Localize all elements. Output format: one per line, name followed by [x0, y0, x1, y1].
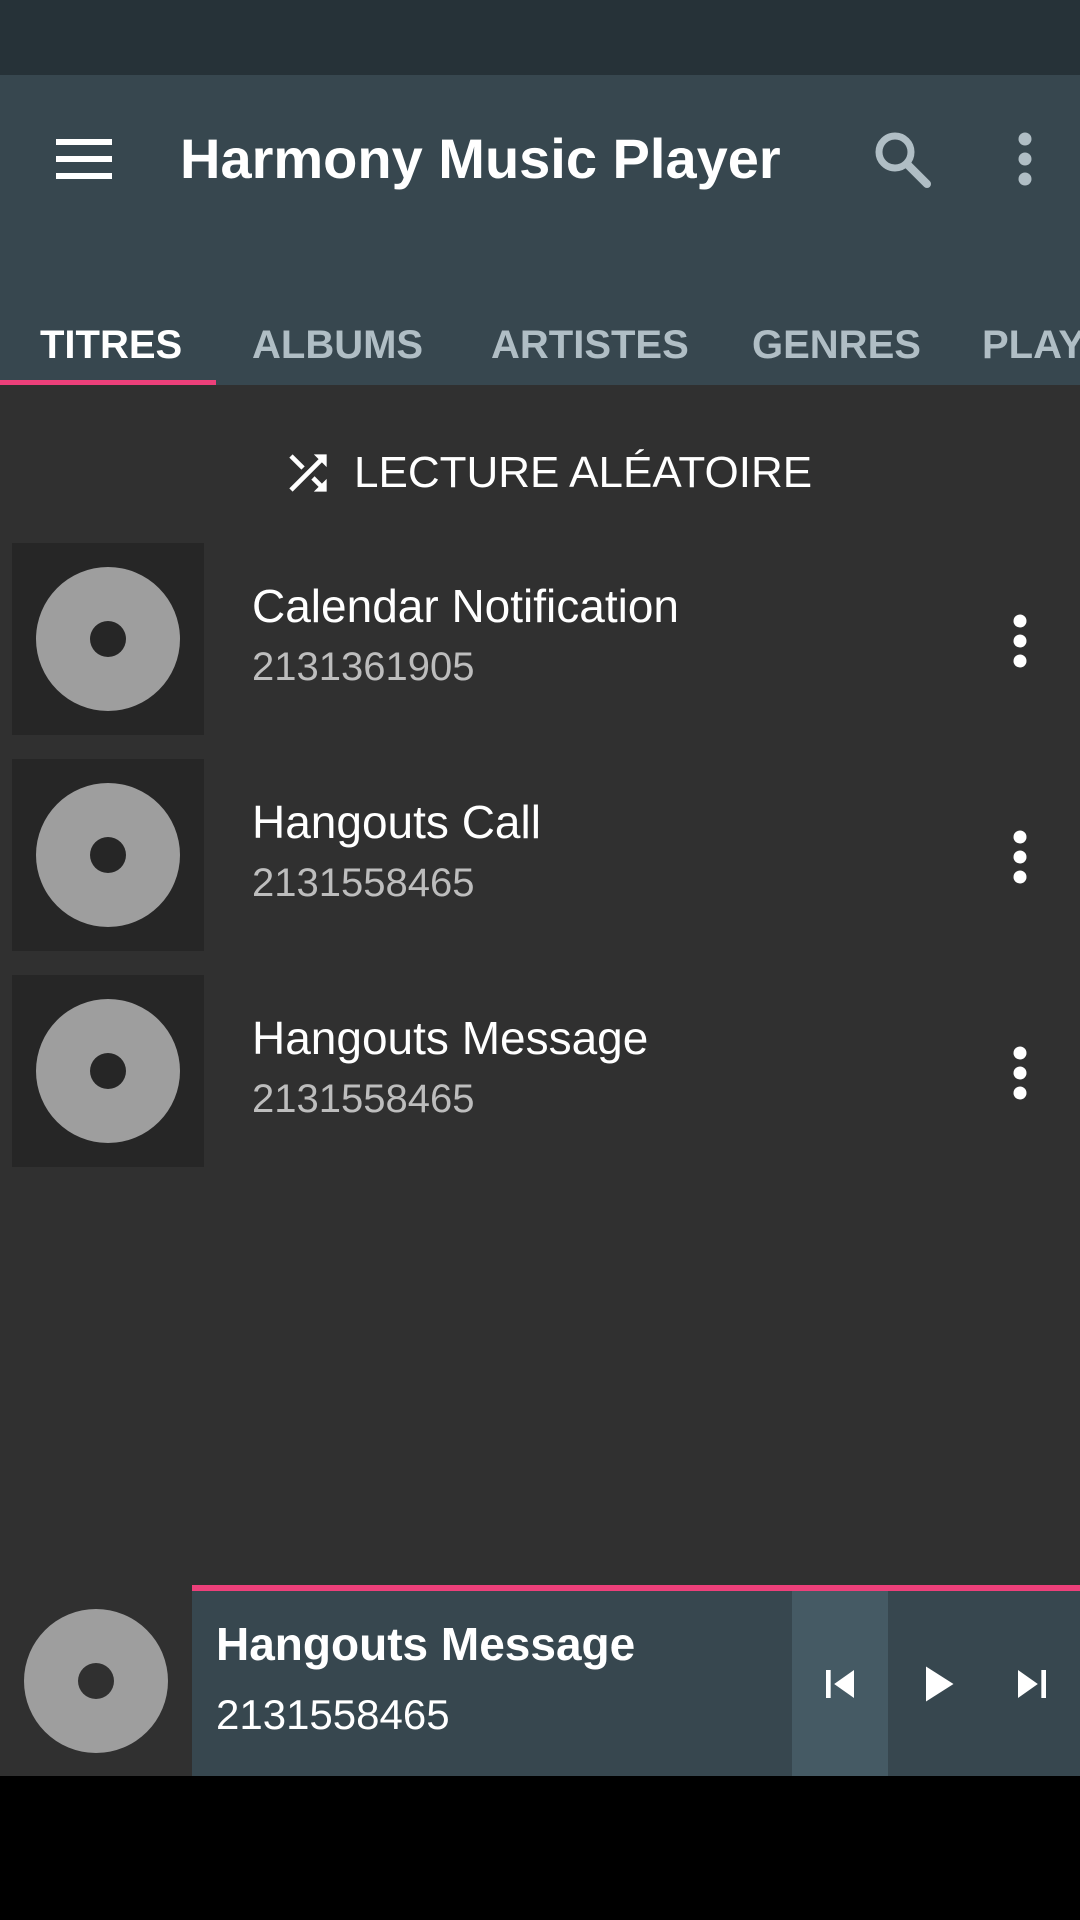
now-playing-title: Hangouts Message: [216, 1618, 636, 1670]
next-button[interactable]: [984, 1591, 1080, 1776]
disc-icon: [36, 783, 180, 927]
search-icon: [875, 132, 931, 188]
disc-icon: [36, 567, 180, 711]
disc-icon: [24, 1608, 168, 1753]
song-title: Calendar Notification: [252, 580, 680, 632]
song-title: Hangouts Call: [252, 796, 541, 848]
skip-next-icon: [1018, 1669, 1046, 1698]
status-bar: [0, 0, 1080, 75]
mini-player[interactable]: Hangouts Message 2131558465: [0, 1585, 1080, 1776]
song-row[interactable]: Calendar Notification 2131361905: [0, 543, 1080, 739]
more-vert-icon: [1018, 132, 1032, 186]
tab-titres[interactable]: TITRES: [40, 315, 182, 385]
song-subtitle: 2131361905: [252, 645, 475, 689]
app-title: Harmony Music Player: [180, 127, 781, 190]
mini-player-album-art: [0, 1585, 192, 1776]
play-button[interactable]: [888, 1591, 984, 1776]
skip-previous-icon: [826, 1669, 854, 1698]
more-vert-icon: [1013, 830, 1027, 884]
overflow-menu-button[interactable]: [985, 115, 1065, 203]
song-menu-button[interactable]: [980, 597, 1060, 685]
tab-artistes[interactable]: ARTISTES: [491, 315, 689, 385]
play-icon: [926, 1666, 954, 1701]
song-menu-button[interactable]: [980, 813, 1060, 901]
more-vert-icon: [1013, 1046, 1027, 1100]
song-row[interactable]: Hangouts Message 2131558465: [0, 975, 1080, 1171]
song-subtitle: 2131558465: [252, 1077, 475, 1121]
song-list-panel: LECTURE ALÉATOIRE Calendar Notification …: [0, 385, 1080, 1585]
app-bar: Harmony Music Player TITRES ALBUMS ARTIS…: [0, 75, 1080, 385]
tab-genres[interactable]: GENRES: [752, 315, 921, 385]
shuffle-icon: [289, 454, 327, 492]
menu-button[interactable]: [40, 115, 128, 203]
song-subtitle: 2131558465: [252, 861, 475, 905]
tab-albums[interactable]: ALBUMS: [252, 315, 423, 385]
system-navigation-bar: [0, 1776, 1080, 1920]
song-menu-button[interactable]: [980, 1029, 1060, 1117]
tab-bar: TITRES ALBUMS ARTISTES GENRES PLAY: [0, 315, 1080, 385]
hamburger-menu-icon: [56, 139, 112, 179]
album-art: [12, 543, 204, 735]
shuffle-all-button[interactable]: LECTURE ALÉATOIRE: [280, 433, 812, 513]
disc-icon: [36, 999, 180, 1143]
tab-playlists[interactable]: PLAY: [982, 315, 1080, 385]
search-button[interactable]: [858, 115, 946, 203]
song-title: Hangouts Message: [252, 1012, 649, 1064]
shuffle-label: LECTURE ALÉATOIRE: [354, 448, 813, 497]
previous-button[interactable]: [792, 1591, 888, 1776]
song-row[interactable]: Hangouts Call 2131558465: [0, 759, 1080, 955]
album-art: [12, 759, 204, 951]
now-playing-subtitle: 2131558465: [216, 1691, 450, 1738]
more-vert-icon: [1013, 614, 1027, 668]
album-art: [12, 975, 204, 1167]
